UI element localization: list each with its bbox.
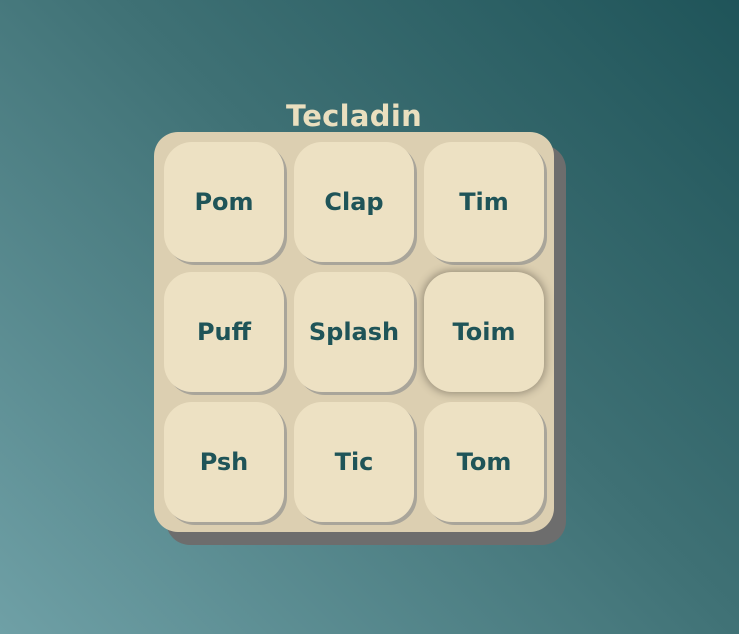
key-puff[interactable]: Puff (164, 272, 284, 392)
key-toim[interactable]: Toim (424, 272, 544, 392)
key-tic[interactable]: Tic (294, 402, 414, 522)
key-splash[interactable]: Splash (294, 272, 414, 392)
key-tom[interactable]: Tom (424, 402, 544, 522)
key-pom[interactable]: Pom (164, 142, 284, 262)
key-tim[interactable]: Tim (424, 142, 544, 262)
key-clap[interactable]: Clap (294, 142, 414, 262)
key-psh[interactable]: Psh (164, 402, 284, 522)
page-title: Tecladin (285, 99, 423, 134)
keypad: Pom Clap Tim Puff Splash Toim Psh Tic To… (154, 132, 554, 532)
